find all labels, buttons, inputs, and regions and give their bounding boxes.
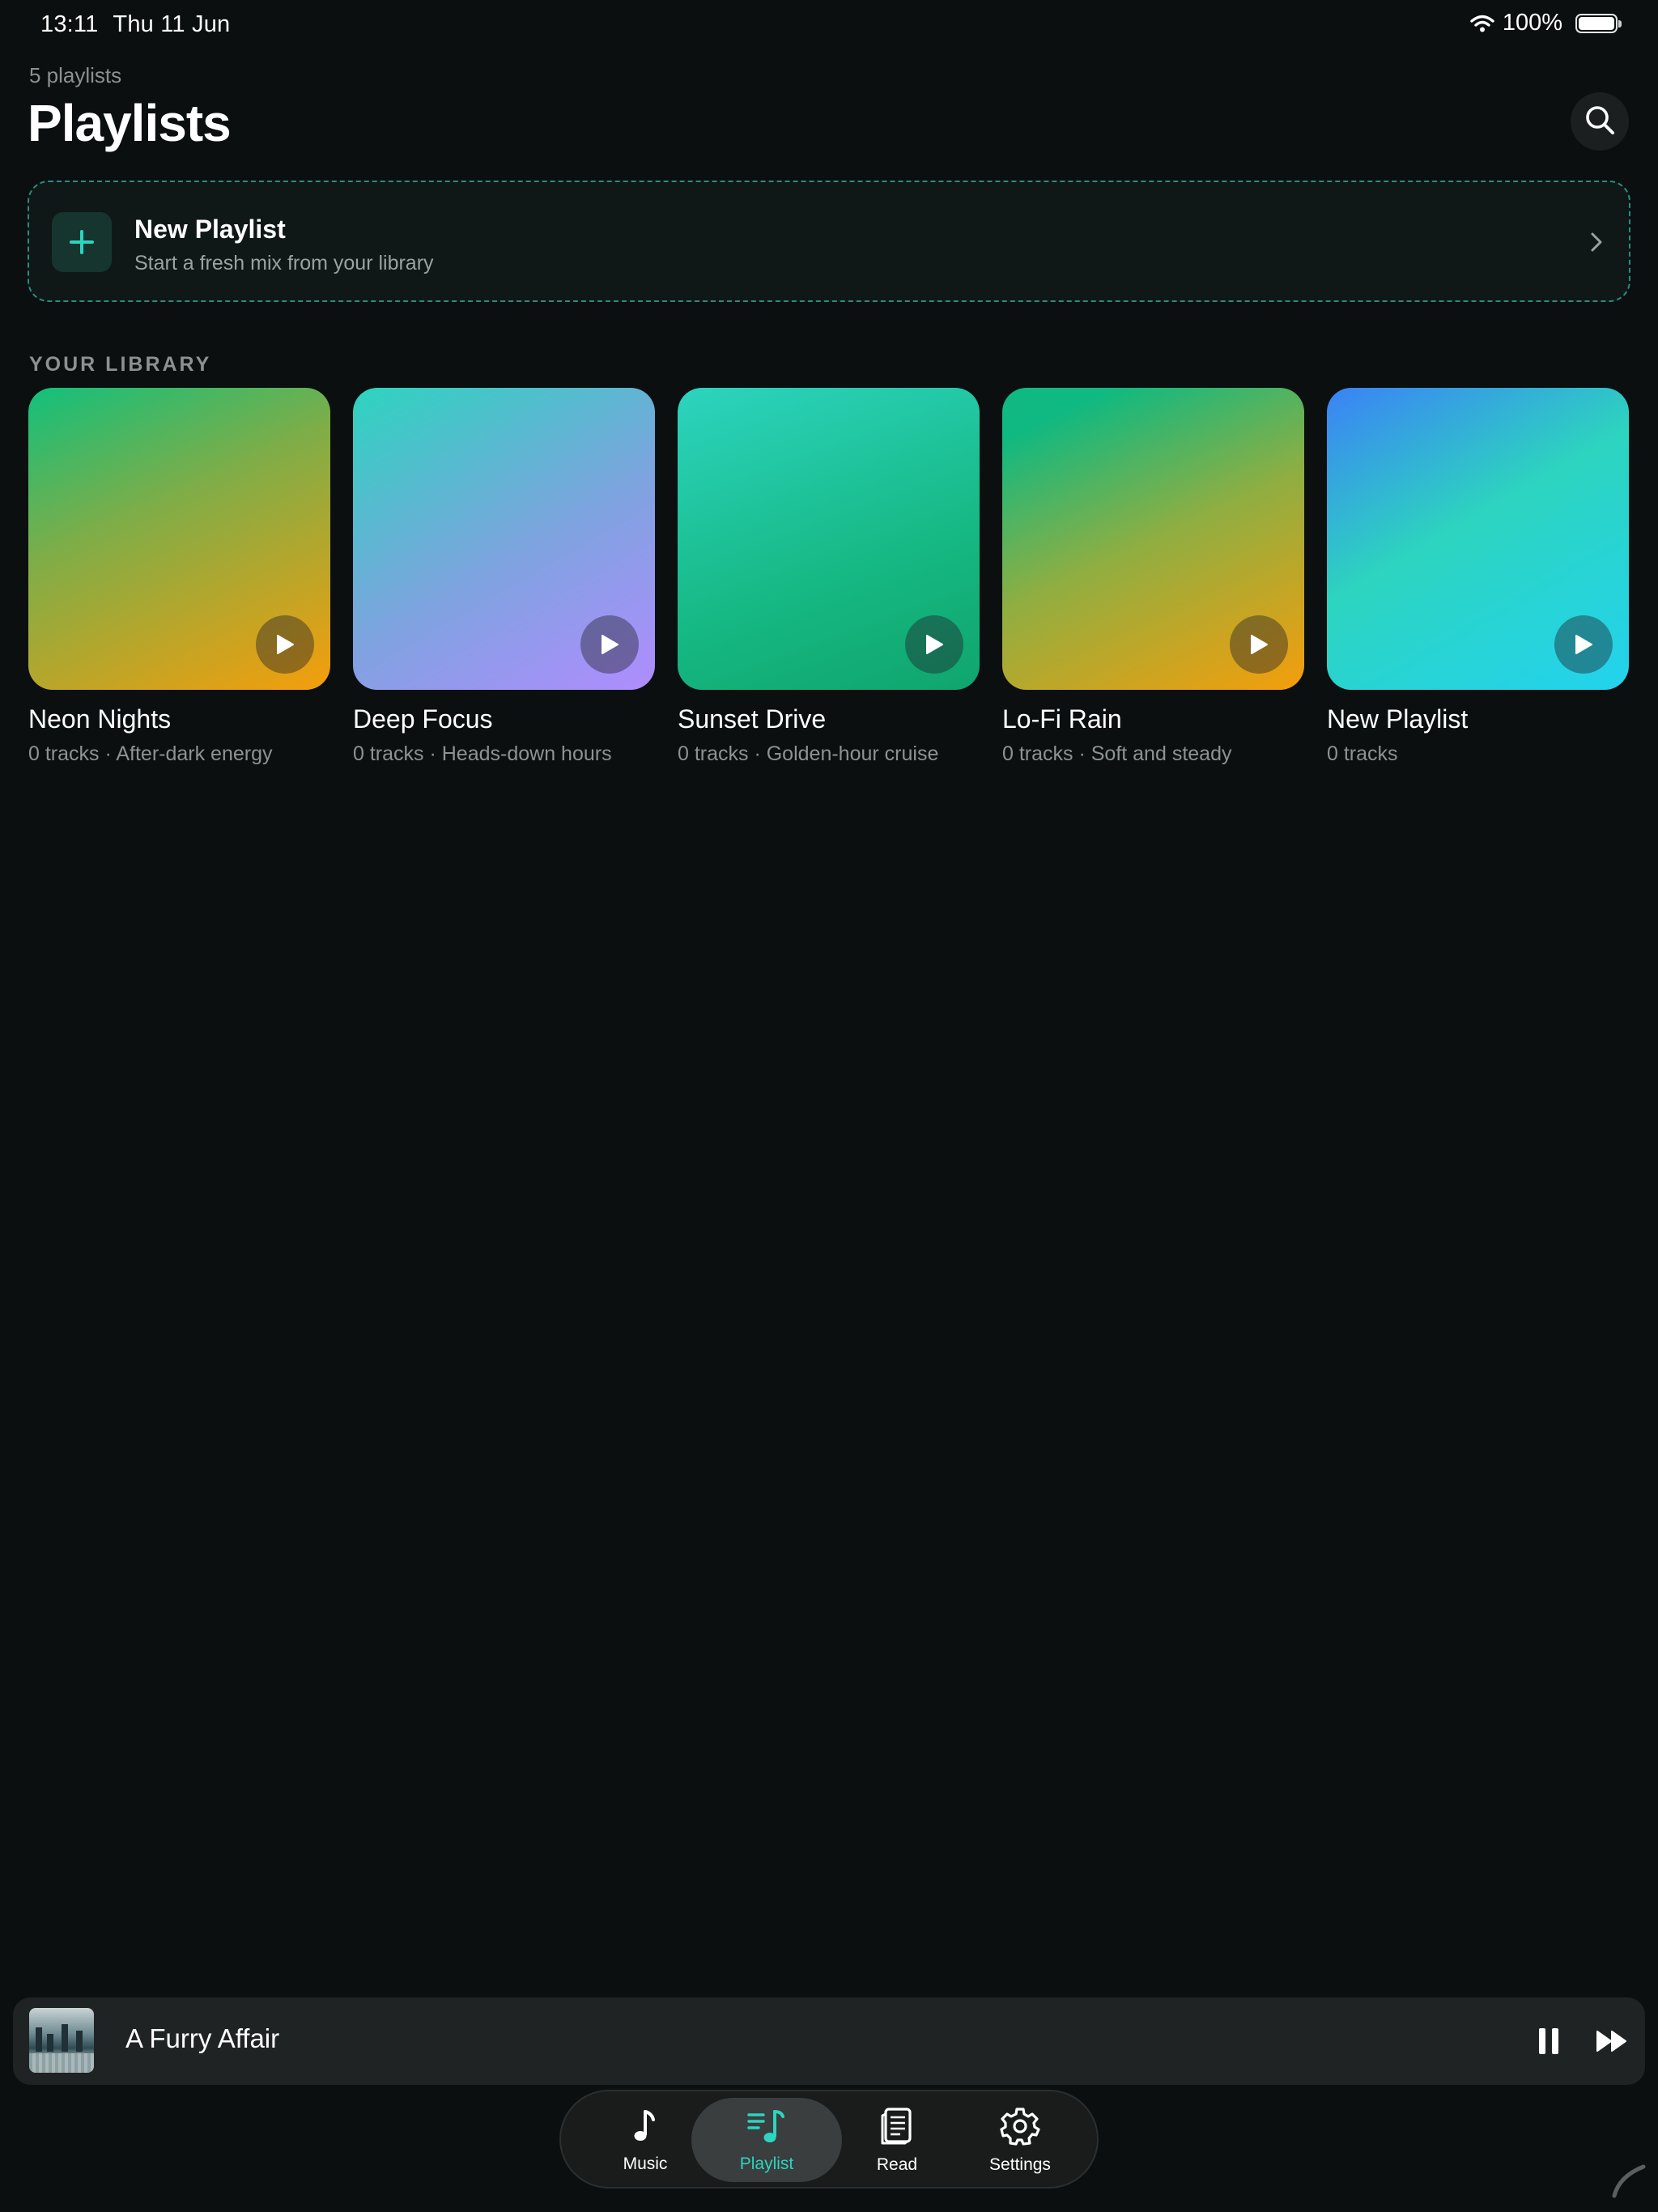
page-title: Playlists: [28, 94, 232, 152]
music-note-icon: [629, 2107, 661, 2150]
playlist-card[interactable]: Sunset Drive 0 tracks · Golden-hour crui…: [678, 388, 980, 766]
playlist-icon: [746, 2107, 788, 2150]
play-button[interactable]: [580, 615, 639, 674]
battery-percent: 100%: [1502, 10, 1562, 36]
status-date: Thu 11 Jun: [113, 11, 231, 37]
now-playing-title: A Furry Affair: [125, 2023, 280, 2053]
playlist-name: Lo-Fi Rain: [1002, 704, 1122, 734]
playlist-card[interactable]: New Playlist 0 tracks: [1327, 388, 1629, 766]
playlist-name: Neon Nights: [28, 704, 172, 734]
play-icon: [1251, 635, 1268, 654]
playlist-meta: 0 tracks · After-dark energy: [28, 742, 273, 765]
playlist-meta: 0 tracks · Soft and steady: [1002, 742, 1232, 765]
play-button[interactable]: [905, 615, 963, 674]
section-heading-library: YOUR LIBRARY: [29, 353, 212, 376]
gear-icon: [1000, 2106, 1040, 2150]
playlist-meta: 0 tracks · Heads-down hours: [353, 742, 612, 765]
pause-button[interactable]: [1533, 2025, 1565, 2061]
tab-music[interactable]: Music: [597, 2098, 694, 2182]
playlist-card[interactable]: Lo-Fi Rain 0 tracks · Soft and steady: [1002, 388, 1304, 766]
play-icon: [277, 635, 294, 654]
tab-read[interactable]: Read: [852, 2098, 942, 2182]
wifi-icon: [1470, 15, 1494, 32]
playlist-name: Sunset Drive: [678, 704, 827, 734]
fast-forward-icon: [1596, 2031, 1626, 2052]
playlist-grid: Neon Nights 0 tracks · After-dark energy…: [28, 388, 1631, 766]
playlist-cover: [1327, 388, 1629, 690]
play-button[interactable]: [1554, 615, 1613, 674]
play-button[interactable]: [1230, 615, 1288, 674]
tab-label: Playlist: [739, 2154, 794, 2173]
battery-icon: [1575, 13, 1622, 33]
new-playlist-subtitle: Start a fresh mix from your library: [134, 252, 434, 274]
playlist-cover: [678, 388, 980, 690]
mini-player[interactable]: A Furry Affair: [13, 1997, 1645, 2085]
playlist-name: Deep Focus: [353, 704, 493, 734]
tab-label: Settings: [989, 2155, 1051, 2174]
status-time: 13:11: [40, 11, 99, 37]
skip-forward-button[interactable]: [1595, 2025, 1629, 2061]
search-icon: [1584, 104, 1616, 140]
status-indicators: 100%: [1470, 10, 1622, 36]
playlist-meta: 0 tracks · Golden-hour cruise: [678, 742, 939, 765]
playlist-meta: 0 tracks: [1327, 742, 1398, 765]
playlist-card[interactable]: Neon Nights 0 tracks · After-dark energy: [28, 388, 330, 766]
new-playlist-title: New Playlist: [134, 215, 286, 244]
status-bar: 13:11 Thu 11 Jun 100%: [0, 0, 1658, 50]
tab-bar: Music Playlist Read Settings: [559, 2090, 1099, 2189]
tab-label: Music: [623, 2154, 668, 2173]
play-button[interactable]: [256, 615, 314, 674]
search-button[interactable]: [1571, 92, 1629, 151]
document-icon: [879, 2106, 915, 2150]
album-art: [29, 2008, 94, 2073]
play-icon: [602, 635, 619, 654]
play-icon: [1575, 635, 1592, 654]
playlist-count: 5 playlists: [29, 63, 122, 87]
tab-playlist[interactable]: Playlist: [691, 2098, 842, 2182]
playlist-cover: [1002, 388, 1304, 690]
status-clock: 13:11 Thu 11 Jun: [40, 11, 230, 38]
new-playlist-button[interactable]: New Playlist Start a fresh mix from your…: [28, 181, 1630, 302]
playlist-name: New Playlist: [1327, 704, 1469, 734]
playlist-cover: [28, 388, 330, 690]
home-indicator-corner: [1611, 2163, 1647, 2203]
play-icon: [926, 635, 943, 654]
tab-label: Read: [876, 2155, 918, 2174]
chevron-right-icon: [1588, 229, 1605, 259]
plus-icon: [52, 212, 112, 272]
playlist-card[interactable]: Deep Focus 0 tracks · Heads-down hours: [353, 388, 655, 766]
pause-icon: [1539, 2028, 1558, 2054]
tab-settings[interactable]: Settings: [963, 2098, 1077, 2182]
playlist-cover: [353, 388, 655, 690]
